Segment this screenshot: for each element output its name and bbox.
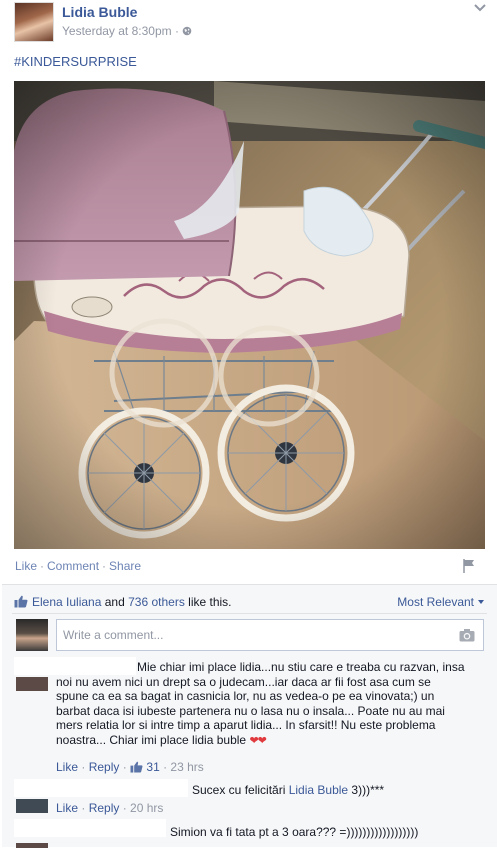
comment-text: Mie chiar imi place lidia...nu stiu care… [56, 660, 486, 748]
post-timestamp[interactable]: Yesterday at 8:30pm · [62, 24, 192, 38]
redacted-commenter-name [14, 779, 188, 797]
current-user-avatar [16, 619, 48, 651]
comment-like-link[interactable]: Like [56, 760, 78, 774]
commenter-avatar[interactable] [16, 799, 48, 813]
sort-dropdown[interactable]: Most Relevant [397, 595, 485, 609]
comment-time[interactable]: 23 hrs [170, 760, 203, 774]
author-avatar[interactable] [14, 2, 54, 42]
heart-emoji-icon: ❤❤ [249, 734, 266, 747]
comment-like-count[interactable]: 31 [146, 760, 159, 774]
comment-line: noi nu avem nici un drept sa o judecam..… [56, 674, 431, 689]
likes-and: and [104, 595, 125, 609]
dot-separator: · [40, 559, 45, 573]
sort-label[interactable]: Most Relevant [397, 595, 474, 609]
globe-icon [183, 26, 192, 36]
flag-icon[interactable] [461, 558, 477, 574]
thumbs-up-icon [14, 595, 28, 608]
thumbs-up-icon [130, 761, 143, 773]
comment-reply-link[interactable]: Reply [89, 760, 120, 774]
mentioned-user-link[interactable]: Lidia Buble [289, 783, 348, 797]
dot-separator: · [102, 559, 107, 573]
likes-suffix: like this. [188, 595, 232, 609]
comment-text-suffix: 3)))*** [348, 783, 385, 797]
post-actions: Like · Comment · Share [15, 559, 141, 573]
comment-line: Mie chiar imi place lidia...nu stiu care… [137, 660, 465, 674]
redacted-commenter-name [14, 819, 166, 837]
divider [12, 613, 487, 614]
comment-line: mers relatia lor si intre timp a aparut … [56, 718, 436, 732]
comment-meta: Like · Reply · 31 · 23 hrs [56, 760, 204, 774]
comment-composer[interactable] [56, 619, 484, 651]
comment-text-prefix: Sucex cu felicitări [192, 783, 289, 797]
comment-text-body: Simion va fi tata pt a 3 oara??? =))))))… [170, 825, 419, 839]
dot-separator: · [174, 24, 183, 38]
like-link[interactable]: Like [15, 559, 37, 573]
comment-line: spune ca ea sa bagat in casnicia lor, nu… [56, 689, 435, 703]
post-card: Lidia Buble Yesterday at 8:30pm · #KINDE… [0, 0, 497, 848]
comment-input[interactable] [57, 620, 437, 650]
comments-section: Elena Iuliana and 736 others like this. … [2, 584, 497, 848]
comment-line-last: noastra... Chiar imi place lidia buble ❤… [56, 733, 486, 749]
timestamp-text[interactable]: Yesterday at 8:30pm [62, 24, 172, 38]
comment-line: barbat daca isi iubeste partenera nu o l… [56, 703, 445, 718]
comment-line-text: noastra... Chiar imi place lidia buble [56, 732, 247, 747]
comment-text: Simion va fi tata pt a 3 oara??? =))))))… [170, 825, 418, 840]
comment-text: Sucex cu felicitări Lidia Buble 3)))*** [192, 783, 384, 798]
commenter-avatar[interactable] [16, 677, 48, 691]
share-link[interactable]: Share [109, 559, 141, 573]
likes-others-link[interactable]: 736 others [128, 595, 185, 609]
likes-summary: Elena Iuliana and 736 others like this. [14, 595, 232, 609]
stroller-illustration [14, 81, 485, 549]
comment-reply-link[interactable]: Reply [89, 801, 120, 815]
comment-like-link[interactable]: Like [56, 801, 78, 815]
author-name[interactable]: Lidia Buble [62, 4, 137, 20]
commenter-avatar[interactable] [16, 843, 48, 848]
comment-meta: Like · Reply · 20 hrs [56, 801, 164, 815]
hashtag-link[interactable]: #KINDERSURPRISE [14, 54, 137, 69]
caret-down-icon [478, 600, 484, 604]
comment-link[interactable]: Comment [47, 559, 99, 573]
post-photo[interactable] [14, 81, 485, 549]
comment-time[interactable]: 20 hrs [130, 801, 163, 815]
camera-icon[interactable] [459, 628, 475, 642]
liker-name[interactable]: Elena Iuliana [32, 595, 101, 609]
chevron-down-icon[interactable] [473, 2, 487, 16]
